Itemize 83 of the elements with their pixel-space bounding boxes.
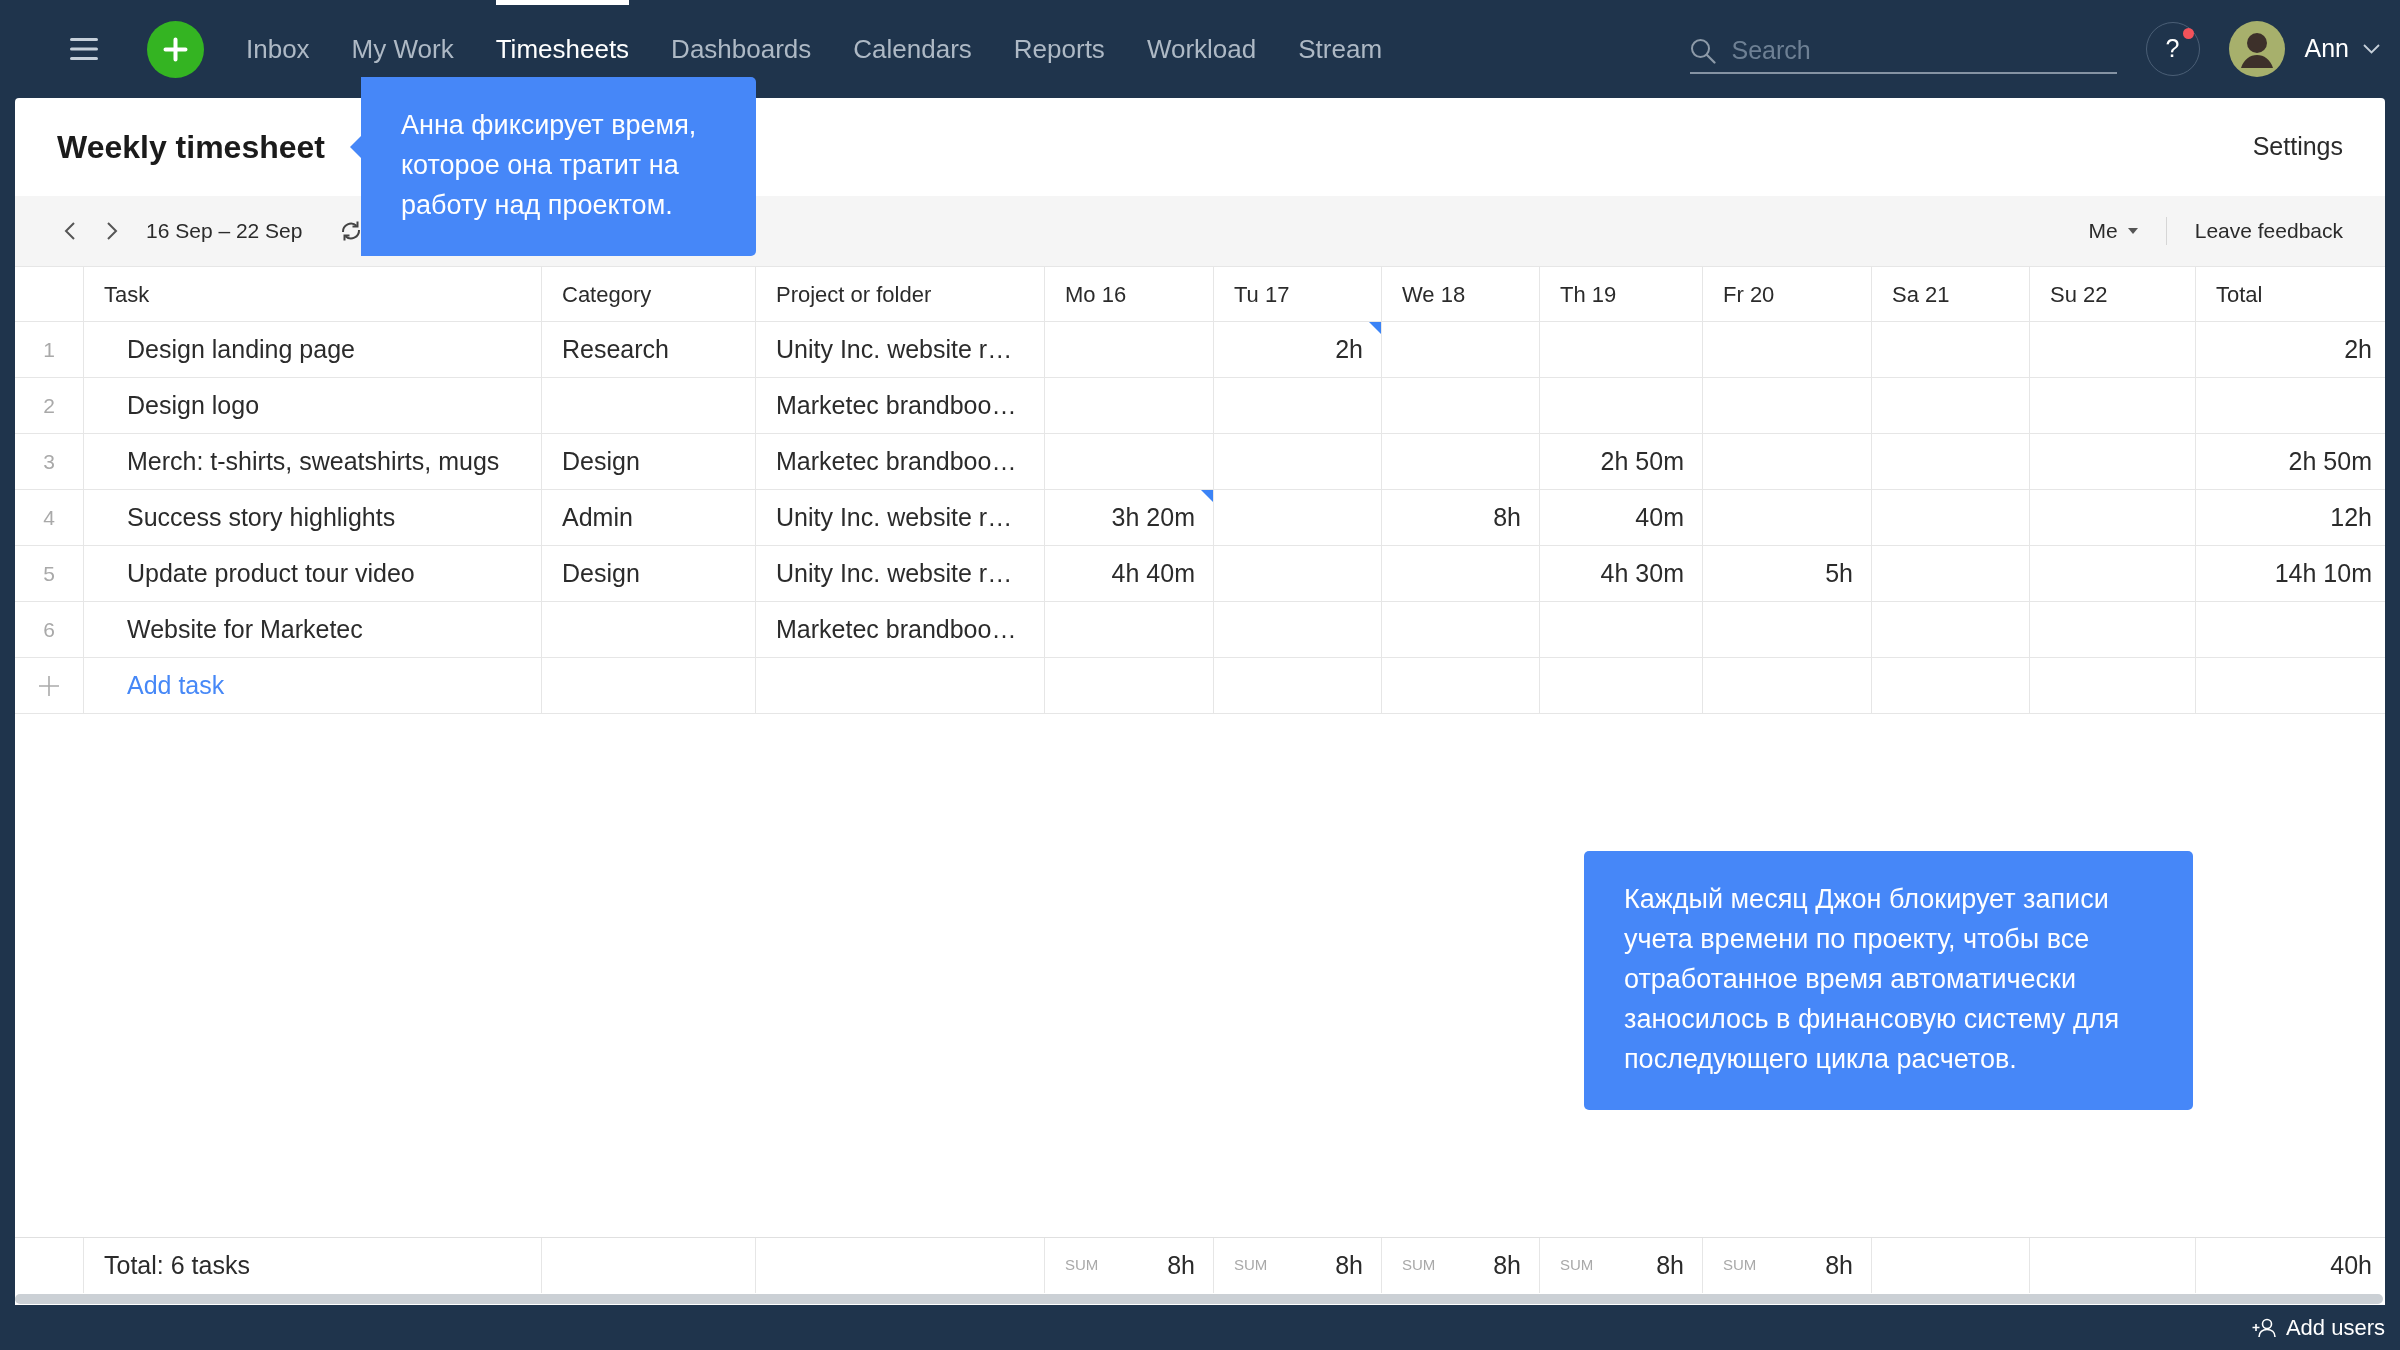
row-number: 4	[43, 504, 55, 531]
date-range: 16 Sep – 22 Sep	[146, 218, 303, 245]
nav-tab[interactable]: Workload	[1146, 0, 1257, 98]
sum-label: SUM	[1402, 1255, 1436, 1276]
category-label: Design	[562, 557, 640, 589]
nav-tab[interactable]: Inbox	[246, 0, 310, 98]
menu-icon[interactable]	[70, 38, 98, 60]
task-count: Total: 6 tasks	[104, 1249, 250, 1281]
tooltip: Каждый месяц Джон блокирует записи учета времени по проекту, чтобы все отработанное время автоматически заносилось в финансовую систему для последующего цикла расчетов.	[1584, 851, 2193, 1110]
task-name: Merch: t-shirts, sweatshirts, mugs	[127, 445, 500, 477]
column-header: Task	[104, 280, 150, 309]
hours-value: 2h	[1335, 333, 1363, 365]
project-name: Marketec brandboo…	[776, 613, 1017, 645]
user-menu-button[interactable]: Ann	[2304, 30, 2380, 68]
chevron-left-icon[interactable]	[64, 221, 76, 241]
project-name: Unity Inc. website r…	[776, 333, 1013, 365]
nav-tab[interactable]: Calendars	[853, 0, 972, 98]
column-header: Total	[2216, 280, 2263, 309]
project-name: Marketec brandboo…	[776, 389, 1017, 421]
row-number: 2	[43, 392, 55, 419]
sum-value: 8h	[1656, 1249, 1684, 1281]
feedback-link[interactable]: Leave feedback	[2194, 215, 2343, 247]
hours-value: 3h 20m	[1111, 501, 1195, 533]
grand-total: 40h	[2330, 1249, 2372, 1281]
hours-value: 5h	[1825, 557, 1853, 589]
tooltip: Анна фиксирует время, которое она тратит на работу над проектом.	[350, 77, 756, 256]
sum-value: 8h	[1335, 1249, 1363, 1281]
row-total: 2h 50m	[2288, 445, 2372, 477]
column-header: Su 22	[2050, 280, 2108, 309]
add-task-link[interactable]: Add task	[127, 666, 225, 705]
sum-label: SUM	[1065, 1255, 1099, 1276]
search-field[interactable]: Search	[1689, 28, 2117, 74]
task-name: Design landing page	[127, 333, 355, 365]
sum-value: 8h	[1493, 1249, 1521, 1281]
project-name: Marketec brandboo…	[776, 445, 1017, 477]
task-name: Design logo	[127, 389, 260, 421]
project-name: Unity Inc. website r…	[776, 557, 1013, 589]
row-number: 5	[43, 560, 55, 587]
nav-tab[interactable]: Reports	[1013, 0, 1105, 98]
add-users-button[interactable]: Add users	[2251, 1311, 2385, 1344]
add-user-icon	[2251, 1317, 2278, 1338]
row-total: 14h 10m	[2274, 557, 2372, 589]
chevron-right-icon[interactable]	[106, 221, 118, 241]
category-label: Admin	[562, 501, 633, 533]
task-name: Update product tour video	[127, 557, 415, 589]
row-number: 6	[43, 616, 55, 643]
column-header: Tu 17	[1234, 280, 1290, 309]
sum-value: 8h	[1825, 1249, 1853, 1281]
row-number: 1	[43, 336, 55, 363]
caret-down-icon	[2127, 228, 2138, 234]
column-header: Sa 21	[1892, 280, 1950, 309]
sum-label: SUM	[1234, 1255, 1268, 1276]
sum-value: 8h	[1167, 1249, 1195, 1281]
column-header: We 18	[1402, 280, 1466, 309]
column-header: Mo 16	[1065, 280, 1127, 309]
hours-value: 4h 30m	[1600, 557, 1684, 589]
filter-dropdown[interactable]: Me	[2088, 215, 2138, 247]
row-total: 12h	[2330, 501, 2372, 533]
hours-value: 40m	[1635, 501, 1684, 533]
column-header: Category	[562, 280, 652, 309]
task-name: Success story highlights	[127, 501, 396, 533]
nav-tab[interactable]: Stream	[1298, 0, 1383, 98]
settings-link[interactable]: Settings	[2252, 128, 2343, 166]
column-header: Project or folder	[776, 280, 932, 309]
chevron-down-icon	[2363, 44, 2380, 54]
sum-label: SUM	[1723, 1255, 1757, 1276]
category-label: Research	[562, 333, 669, 365]
hours-value: 2h 50m	[1600, 445, 1684, 477]
hours-value: 4h 40m	[1111, 557, 1195, 589]
column-header: Th 19	[1560, 280, 1617, 309]
hours-value: 8h	[1493, 501, 1521, 533]
page-title: Weekly timesheet	[57, 127, 325, 167]
search-icon	[1689, 38, 1716, 64]
row-number: 3	[43, 448, 55, 475]
avatar-placeholder[interactable]	[2228, 21, 2285, 77]
project-name: Unity Inc. website r…	[776, 501, 1013, 533]
category-label: Design	[562, 445, 640, 477]
task-name: Website for Marketec	[127, 613, 363, 645]
row-total: 2h	[2344, 333, 2372, 365]
column-header: Fr 20	[1723, 280, 1775, 309]
plus-icon[interactable]	[147, 20, 204, 78]
sum-label: SUM	[1560, 1255, 1594, 1276]
horizontal-scrollbar[interactable]	[15, 1294, 2383, 1304]
